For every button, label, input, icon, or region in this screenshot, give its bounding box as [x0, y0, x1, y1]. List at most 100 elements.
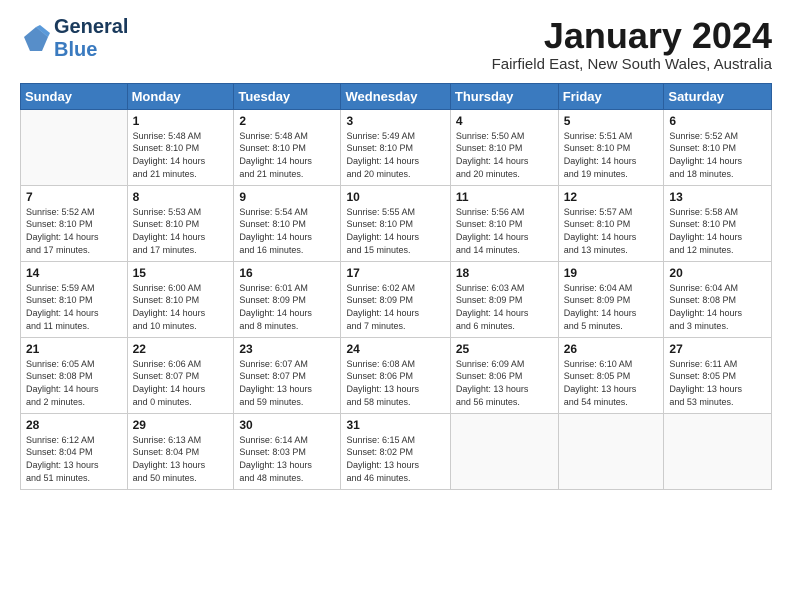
header-tuesday: Tuesday [234, 83, 341, 109]
header-saturday: Saturday [664, 83, 772, 109]
calendar-cell: 13Sunrise: 5:58 AM Sunset: 8:10 PM Dayli… [664, 185, 772, 261]
calendar-cell: 14Sunrise: 5:59 AM Sunset: 8:10 PM Dayli… [21, 261, 128, 337]
day-info: Sunrise: 6:00 AM Sunset: 8:10 PM Dayligh… [133, 282, 229, 332]
day-info: Sunrise: 6:07 AM Sunset: 8:07 PM Dayligh… [239, 358, 335, 408]
calendar-cell: 24Sunrise: 6:08 AM Sunset: 8:06 PM Dayli… [341, 337, 450, 413]
day-number: 7 [26, 189, 122, 205]
day-info: Sunrise: 5:59 AM Sunset: 8:10 PM Dayligh… [26, 282, 122, 332]
calendar-cell: 27Sunrise: 6:11 AM Sunset: 8:05 PM Dayli… [664, 337, 772, 413]
day-number: 2 [239, 113, 335, 129]
week-row-0: 1Sunrise: 5:48 AM Sunset: 8:10 PM Daylig… [21, 109, 772, 185]
day-info: Sunrise: 5:54 AM Sunset: 8:10 PM Dayligh… [239, 206, 335, 256]
day-number: 1 [133, 113, 229, 129]
day-number: 20 [669, 265, 766, 281]
calendar-cell: 29Sunrise: 6:13 AM Sunset: 8:04 PM Dayli… [127, 413, 234, 489]
day-number: 6 [669, 113, 766, 129]
calendar-cell: 16Sunrise: 6:01 AM Sunset: 8:09 PM Dayli… [234, 261, 341, 337]
calendar-cell: 4Sunrise: 5:50 AM Sunset: 8:10 PM Daylig… [450, 109, 558, 185]
day-info: Sunrise: 6:11 AM Sunset: 8:05 PM Dayligh… [669, 358, 766, 408]
calendar-cell [664, 413, 772, 489]
week-row-3: 21Sunrise: 6:05 AM Sunset: 8:08 PM Dayli… [21, 337, 772, 413]
logo: General Blue [20, 16, 128, 62]
calendar-cell [558, 413, 664, 489]
day-number: 9 [239, 189, 335, 205]
logo-text-blue: Blue [54, 39, 128, 62]
day-number: 18 [456, 265, 553, 281]
calendar-cell: 19Sunrise: 6:04 AM Sunset: 8:09 PM Dayli… [558, 261, 664, 337]
header-monday: Monday [127, 83, 234, 109]
day-number: 22 [133, 341, 229, 357]
calendar-cell: 10Sunrise: 5:55 AM Sunset: 8:10 PM Dayli… [341, 185, 450, 261]
day-info: Sunrise: 6:08 AM Sunset: 8:06 PM Dayligh… [346, 358, 444, 408]
calendar-cell: 28Sunrise: 6:12 AM Sunset: 8:04 PM Dayli… [21, 413, 128, 489]
day-info: Sunrise: 5:56 AM Sunset: 8:10 PM Dayligh… [456, 206, 553, 256]
calendar-cell: 3Sunrise: 5:49 AM Sunset: 8:10 PM Daylig… [341, 109, 450, 185]
calendar-cell: 31Sunrise: 6:15 AM Sunset: 8:02 PM Dayli… [341, 413, 450, 489]
week-row-4: 28Sunrise: 6:12 AM Sunset: 8:04 PM Dayli… [21, 413, 772, 489]
calendar-cell: 21Sunrise: 6:05 AM Sunset: 8:08 PM Dayli… [21, 337, 128, 413]
day-info: Sunrise: 5:55 AM Sunset: 8:10 PM Dayligh… [346, 206, 444, 256]
day-info: Sunrise: 6:05 AM Sunset: 8:08 PM Dayligh… [26, 358, 122, 408]
day-number: 24 [346, 341, 444, 357]
calendar-cell: 7Sunrise: 5:52 AM Sunset: 8:10 PM Daylig… [21, 185, 128, 261]
day-number: 23 [239, 341, 335, 357]
day-number: 28 [26, 417, 122, 433]
header-wednesday: Wednesday [341, 83, 450, 109]
calendar: Sunday Monday Tuesday Wednesday Thursday… [20, 83, 772, 490]
day-info: Sunrise: 6:15 AM Sunset: 8:02 PM Dayligh… [346, 434, 444, 484]
header-thursday: Thursday [450, 83, 558, 109]
day-info: Sunrise: 6:14 AM Sunset: 8:03 PM Dayligh… [239, 434, 335, 484]
calendar-cell: 18Sunrise: 6:03 AM Sunset: 8:09 PM Dayli… [450, 261, 558, 337]
header-sunday: Sunday [21, 83, 128, 109]
location: Fairfield East, New South Wales, Austral… [492, 56, 772, 73]
day-info: Sunrise: 6:01 AM Sunset: 8:09 PM Dayligh… [239, 282, 335, 332]
calendar-cell [21, 109, 128, 185]
week-row-2: 14Sunrise: 5:59 AM Sunset: 8:10 PM Dayli… [21, 261, 772, 337]
day-info: Sunrise: 5:49 AM Sunset: 8:10 PM Dayligh… [346, 130, 444, 180]
day-number: 12 [564, 189, 659, 205]
day-info: Sunrise: 5:50 AM Sunset: 8:10 PM Dayligh… [456, 130, 553, 180]
day-number: 31 [346, 417, 444, 433]
header: General Blue January 2024 Fairfield East… [20, 16, 772, 73]
calendar-cell: 30Sunrise: 6:14 AM Sunset: 8:03 PM Dayli… [234, 413, 341, 489]
calendar-cell: 5Sunrise: 5:51 AM Sunset: 8:10 PM Daylig… [558, 109, 664, 185]
logo-text: General [54, 16, 128, 39]
calendar-cell: 6Sunrise: 5:52 AM Sunset: 8:10 PM Daylig… [664, 109, 772, 185]
calendar-cell: 12Sunrise: 5:57 AM Sunset: 8:10 PM Dayli… [558, 185, 664, 261]
calendar-cell: 20Sunrise: 6:04 AM Sunset: 8:08 PM Dayli… [664, 261, 772, 337]
calendar-cell: 15Sunrise: 6:00 AM Sunset: 8:10 PM Dayli… [127, 261, 234, 337]
calendar-cell: 1Sunrise: 5:48 AM Sunset: 8:10 PM Daylig… [127, 109, 234, 185]
day-number: 27 [669, 341, 766, 357]
week-row-1: 7Sunrise: 5:52 AM Sunset: 8:10 PM Daylig… [21, 185, 772, 261]
day-info: Sunrise: 5:48 AM Sunset: 8:10 PM Dayligh… [133, 130, 229, 180]
page: General Blue January 2024 Fairfield East… [0, 0, 792, 500]
day-info: Sunrise: 6:03 AM Sunset: 8:09 PM Dayligh… [456, 282, 553, 332]
day-info: Sunrise: 5:57 AM Sunset: 8:10 PM Dayligh… [564, 206, 659, 256]
day-number: 13 [669, 189, 766, 205]
calendar-cell: 26Sunrise: 6:10 AM Sunset: 8:05 PM Dayli… [558, 337, 664, 413]
day-number: 30 [239, 417, 335, 433]
calendar-cell: 11Sunrise: 5:56 AM Sunset: 8:10 PM Dayli… [450, 185, 558, 261]
calendar-cell: 25Sunrise: 6:09 AM Sunset: 8:06 PM Dayli… [450, 337, 558, 413]
day-info: Sunrise: 6:04 AM Sunset: 8:08 PM Dayligh… [669, 282, 766, 332]
calendar-cell: 17Sunrise: 6:02 AM Sunset: 8:09 PM Dayli… [341, 261, 450, 337]
day-info: Sunrise: 5:58 AM Sunset: 8:10 PM Dayligh… [669, 206, 766, 256]
day-number: 15 [133, 265, 229, 281]
day-number: 17 [346, 265, 444, 281]
calendar-cell: 23Sunrise: 6:07 AM Sunset: 8:07 PM Dayli… [234, 337, 341, 413]
logo-icon [20, 23, 52, 55]
day-info: Sunrise: 5:53 AM Sunset: 8:10 PM Dayligh… [133, 206, 229, 256]
day-number: 11 [456, 189, 553, 205]
day-info: Sunrise: 6:12 AM Sunset: 8:04 PM Dayligh… [26, 434, 122, 484]
month-title: January 2024 [492, 16, 772, 56]
day-number: 26 [564, 341, 659, 357]
calendar-cell: 8Sunrise: 5:53 AM Sunset: 8:10 PM Daylig… [127, 185, 234, 261]
day-number: 3 [346, 113, 444, 129]
calendar-cell: 2Sunrise: 5:48 AM Sunset: 8:10 PM Daylig… [234, 109, 341, 185]
day-info: Sunrise: 5:52 AM Sunset: 8:10 PM Dayligh… [669, 130, 766, 180]
calendar-cell: 22Sunrise: 6:06 AM Sunset: 8:07 PM Dayli… [127, 337, 234, 413]
calendar-cell [450, 413, 558, 489]
day-info: Sunrise: 6:06 AM Sunset: 8:07 PM Dayligh… [133, 358, 229, 408]
day-info: Sunrise: 6:02 AM Sunset: 8:09 PM Dayligh… [346, 282, 444, 332]
day-info: Sunrise: 6:04 AM Sunset: 8:09 PM Dayligh… [564, 282, 659, 332]
